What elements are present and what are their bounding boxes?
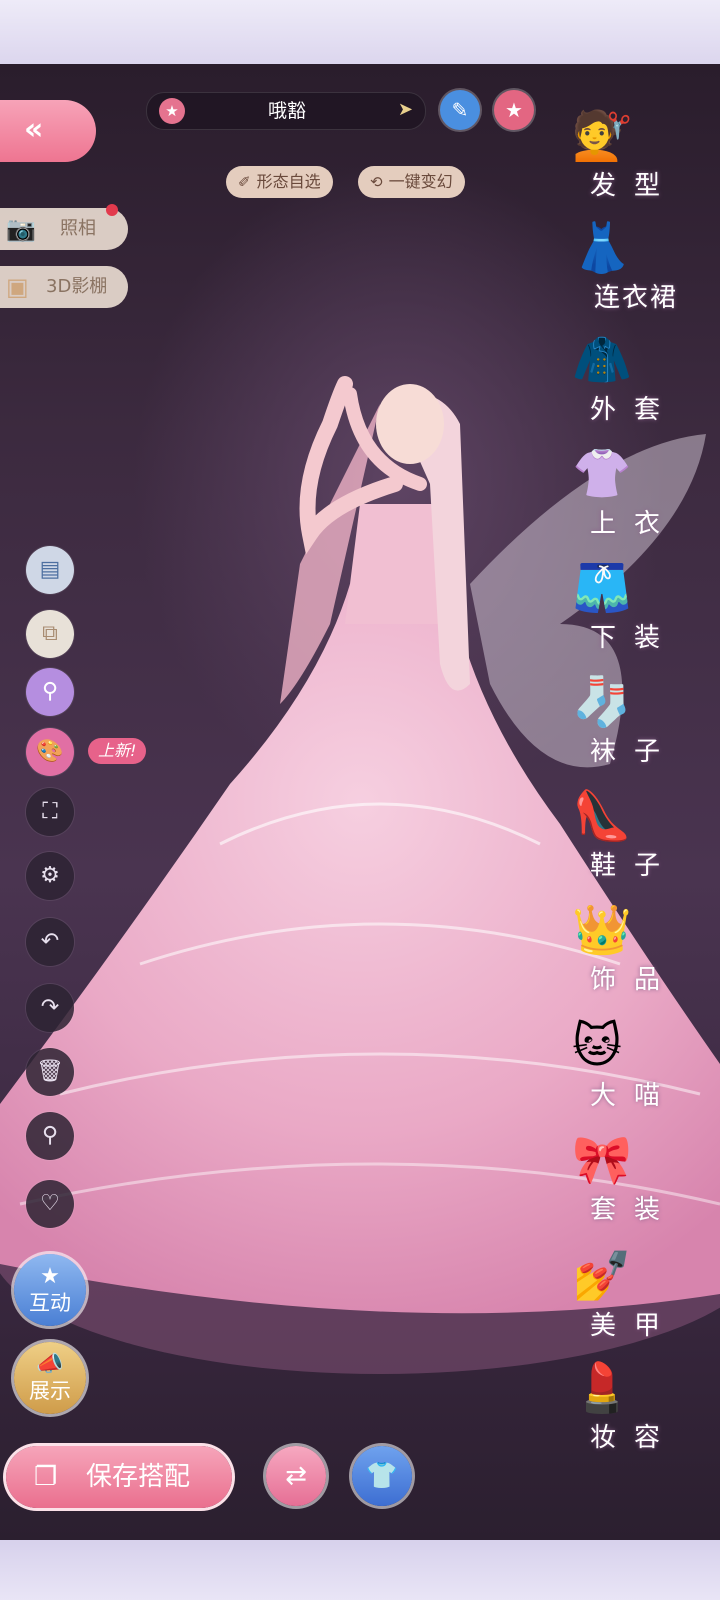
nail-polish-icon: 💅	[572, 1248, 632, 1304]
category-makeup[interactable]: 💄 妆容	[560, 1358, 700, 1458]
trash-icon: 🗑	[36, 1059, 64, 1084]
notification-dot	[106, 204, 118, 216]
fullscreen-button[interactable]: ⛶	[26, 788, 74, 836]
sock-icon: 🧦	[572, 674, 632, 730]
redo-icon: ↷	[40, 995, 60, 1020]
category-label: 饰品	[589, 965, 678, 995]
pose-select-label: 形态自选	[256, 172, 321, 191]
shorts-icon: 🩳	[572, 560, 632, 616]
star-icon: ★	[505, 98, 523, 122]
category-label: 上衣	[589, 509, 678, 539]
category-label: 套装	[589, 1195, 678, 1225]
star-icon: ★	[40, 1264, 60, 1289]
undo-icon: ↶	[40, 929, 60, 954]
interact-label: 互动	[29, 1291, 71, 1315]
shirt-scan-icon: 👕	[365, 1461, 399, 1491]
layers-icon: ⧉	[42, 621, 58, 646]
swap-outfit-button[interactable]: ⇄	[266, 1446, 326, 1506]
save-outfit-label: 保存搭配	[86, 1462, 191, 1492]
pose-select-button[interactable]: ✐ 形态自选	[226, 166, 333, 198]
double-chevron-left-icon: «	[24, 112, 44, 147]
transform-icon: ⟲	[370, 173, 383, 191]
outfit-set-icon: 🎀	[572, 1132, 632, 1188]
star-icon: ★	[159, 98, 185, 124]
new-badge: 上新!	[88, 738, 147, 764]
coat-icon: 🧥	[572, 332, 632, 388]
category-label: 发型	[589, 171, 678, 201]
undo-button[interactable]: ↶	[26, 918, 74, 966]
pose-icon: ✐	[238, 173, 251, 191]
category-label: 妆容	[589, 1423, 678, 1453]
settings-button[interactable]: ⚙	[26, 852, 74, 900]
shoe-icon: 👠	[572, 788, 632, 844]
megaphone-icon: 📣	[36, 1352, 64, 1377]
box-icon: ▣	[6, 273, 29, 301]
pencil-icon: ✎	[451, 98, 469, 122]
category-outfit-set[interactable]: 🎀 套装	[560, 1130, 700, 1230]
favorite-button[interactable]: ★	[494, 90, 534, 130]
category-top[interactable]: 👚 上衣	[560, 444, 700, 544]
wardrobe-button[interactable]: ▤	[26, 546, 74, 594]
save-cards-icon: ❐	[34, 1462, 58, 1492]
photo-label: 照相	[60, 218, 96, 239]
camera-icon: 📷	[6, 215, 36, 243]
edit-name-button[interactable]: ✎	[440, 90, 480, 130]
heart-icon: ♡	[40, 1191, 60, 1216]
category-label: 美甲	[589, 1311, 678, 1341]
category-label: 外套	[589, 395, 678, 425]
character-name: 哦豁	[267, 100, 306, 122]
arrow-right-icon: ➤	[397, 99, 413, 120]
category-nails[interactable]: 💅 美甲	[560, 1246, 700, 1346]
category-hair[interactable]: 💇 发型	[560, 106, 700, 206]
category-bottom[interactable]: 🩳 下装	[560, 558, 700, 658]
clothing-scan-button[interactable]: 👕	[352, 1446, 412, 1506]
wardrobe-icon: ▤	[39, 557, 61, 582]
dress-icon: 👗	[572, 220, 632, 276]
category-accessories[interactable]: 👑 饰品	[560, 900, 700, 1000]
category-big-cat[interactable]: 🐱 大喵	[560, 1016, 700, 1116]
category-label: 袜子	[589, 737, 678, 767]
back-button[interactable]: «	[0, 100, 96, 162]
hair-icon: 💇	[572, 108, 632, 164]
category-label: 连衣裙	[593, 283, 678, 313]
category-dress[interactable]: 👗 连衣裙	[560, 218, 700, 318]
category-shoes[interactable]: 👠 鞋子	[560, 786, 700, 886]
makeup-icon: 💄	[572, 1360, 632, 1416]
tiara-icon: 👑	[572, 902, 632, 958]
shirt-icon: 👚	[572, 446, 632, 502]
cat-icon: 🐱	[572, 1018, 623, 1074]
category-label: 鞋子	[589, 851, 678, 881]
studio-3d-label: 3D影棚	[46, 276, 108, 297]
gear-icon: ⚙	[40, 863, 60, 888]
transform-button[interactable]: ⟲ 一键变幻	[358, 166, 465, 198]
status-area	[0, 0, 720, 64]
showcase-button[interactable]: 📣 展示	[14, 1342, 86, 1414]
category-socks[interactable]: 🧦 袜子	[560, 672, 700, 772]
fullscreen-icon: ⛶	[42, 799, 58, 824]
bottom-frame	[0, 1540, 720, 1600]
palette-icon: 🎨	[36, 739, 64, 764]
layer-button[interactable]: ⧉	[26, 610, 74, 658]
palette-button[interactable]: 🎨	[26, 728, 74, 776]
category-coat[interactable]: 🧥 外套	[560, 330, 700, 430]
character-name-bar[interactable]: ★ 哦豁 ➤	[146, 92, 426, 130]
transform-label: 一键变幻	[388, 172, 453, 191]
search-icon: ⚲	[41, 1123, 59, 1148]
interact-button[interactable]: ★ 互动	[14, 1254, 86, 1326]
delete-button[interactable]: 🗑	[26, 1048, 74, 1096]
studio-3d-button[interactable]: ▣ 3D影棚	[0, 266, 128, 308]
category-label: 大喵	[589, 1081, 678, 1111]
zoom-button[interactable]: ⚲	[26, 1112, 74, 1160]
search-style-button[interactable]: ⚲	[26, 668, 74, 716]
save-outfit-button[interactable]: ❐ 保存搭配	[6, 1446, 232, 1508]
redo-button[interactable]: ↷	[26, 984, 74, 1032]
showcase-label: 展示	[29, 1379, 71, 1403]
magnifier-icon: ⚲	[41, 679, 59, 704]
swap-icon: ⇄	[285, 1461, 307, 1491]
like-button[interactable]: ♡	[26, 1180, 74, 1228]
category-label: 下装	[589, 623, 678, 653]
